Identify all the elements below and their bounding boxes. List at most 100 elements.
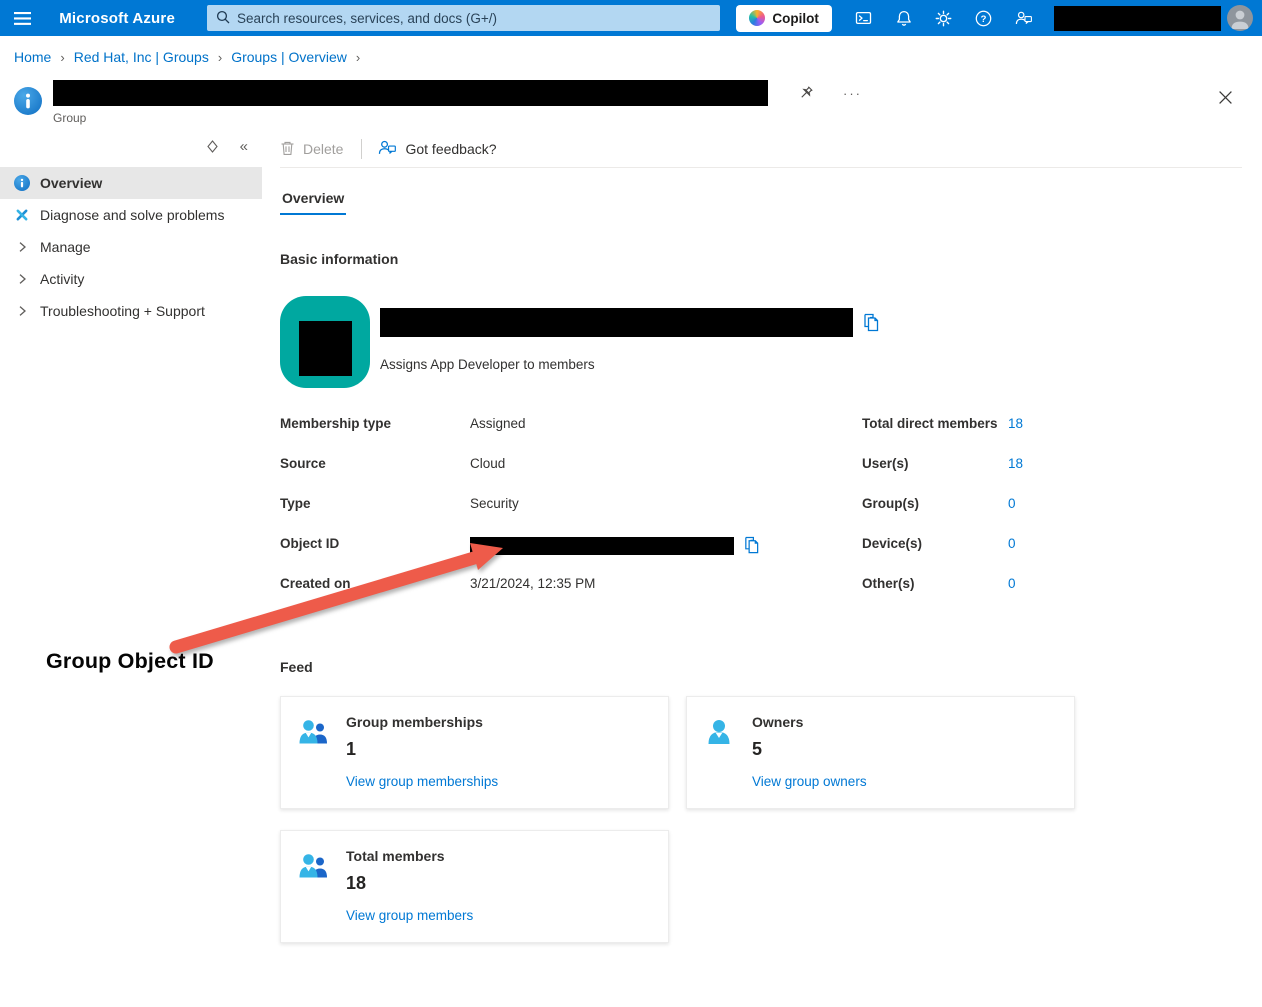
collapse-sidebar-icon[interactable]: «	[240, 138, 248, 155]
left-navigation: « Overview Diagnose and solve problems M…	[0, 134, 262, 327]
sidebar-item-label: Overview	[40, 175, 102, 191]
stat-label: Group(s)	[862, 494, 1008, 511]
more-actions-icon[interactable]: ···	[843, 86, 862, 101]
feedback-person-icon	[378, 139, 397, 159]
chevron-right-icon	[13, 241, 31, 253]
people-icon	[297, 851, 329, 883]
azure-top-bar: Microsoft Azure Copilot ?	[0, 0, 1262, 36]
group-name-redacted	[53, 80, 768, 106]
feedback-label: Got feedback?	[405, 141, 496, 157]
sidebar-item-label: Troubleshooting + Support	[40, 303, 205, 319]
chevron-right-icon	[13, 305, 31, 317]
delete-button[interactable]: Delete	[280, 140, 343, 159]
hamburger-menu-icon[interactable]	[0, 0, 45, 36]
toolbar-divider	[361, 139, 362, 159]
field-value: Assigned	[470, 414, 862, 431]
notifications-bell-icon[interactable]	[884, 0, 924, 36]
stat-value-link[interactable]: 0	[1008, 574, 1242, 591]
copilot-icon	[749, 10, 765, 26]
sidebar-item-troubleshooting[interactable]: Troubleshooting + Support	[0, 295, 262, 327]
breadcrumb-separator: ›	[356, 50, 360, 65]
brand-title[interactable]: Microsoft Azure	[59, 10, 175, 27]
sidebar-item-diagnose[interactable]: Diagnose and solve problems	[0, 199, 262, 231]
breadcrumb-groups[interactable]: Red Hat, Inc | Groups	[74, 49, 209, 65]
sidebar-item-label: Diagnose and solve problems	[40, 207, 224, 223]
reorder-diamond-icon[interactable]	[206, 139, 219, 154]
breadcrumb: Home › Red Hat, Inc | Groups › Groups | …	[0, 36, 1262, 74]
stat-label: User(s)	[862, 454, 1008, 471]
got-feedback-button[interactable]: Got feedback?	[378, 139, 496, 159]
resource-type-label: Group	[53, 111, 862, 125]
field-label: Type	[280, 494, 470, 511]
overview-info-icon	[13, 175, 31, 191]
close-icon[interactable]	[1214, 86, 1236, 108]
page-header: ··· Group	[0, 80, 1262, 125]
field-label: Membership type	[280, 414, 470, 431]
trash-icon	[280, 140, 295, 159]
card-count: 1	[346, 739, 498, 760]
group-profile: Assigns App Developer to members	[280, 296, 1242, 388]
copy-name-icon[interactable]	[862, 313, 880, 333]
feedback-icon[interactable]	[1004, 0, 1044, 36]
global-search[interactable]	[207, 5, 720, 31]
card-title: Total members	[346, 848, 473, 864]
sidebar-item-label: Manage	[40, 239, 91, 255]
breadcrumb-home[interactable]: Home	[14, 49, 51, 65]
breadcrumb-separator: ›	[60, 50, 64, 65]
delete-label: Delete	[303, 141, 343, 157]
group-info-icon	[14, 87, 42, 115]
chevron-right-icon	[13, 273, 31, 285]
owners-card: Owners 5 View group owners	[686, 696, 1075, 809]
person-icon	[703, 717, 735, 749]
stat-value-link[interactable]: 0	[1008, 534, 1242, 551]
view-group-owners-link[interactable]: View group owners	[752, 774, 867, 789]
sidebar-item-activity[interactable]: Activity	[0, 263, 262, 295]
breadcrumb-groups-overview[interactable]: Groups | Overview	[231, 49, 347, 65]
account-info-redacted	[1054, 6, 1221, 31]
search-icon	[216, 10, 230, 27]
group-avatar	[280, 296, 370, 388]
field-value: Cloud	[470, 454, 862, 471]
command-bar-divider	[280, 167, 1242, 168]
feed-heading: Feed	[280, 659, 1242, 675]
sidebar-item-label: Activity	[40, 271, 84, 287]
stat-value-link[interactable]: 18	[1008, 414, 1242, 431]
basic-information-heading: Basic information	[280, 251, 1242, 267]
field-label: Source	[280, 454, 470, 471]
stat-label: Total direct members	[862, 414, 1008, 431]
total-members-card: Total members 18 View group members	[280, 830, 669, 943]
group-memberships-card: Group memberships 1 View group membershi…	[280, 696, 669, 809]
settings-gear-icon[interactable]	[924, 0, 964, 36]
object-id-redacted	[470, 537, 734, 555]
breadcrumb-separator: ›	[218, 50, 222, 65]
people-icon	[297, 717, 329, 749]
card-count: 5	[752, 739, 867, 760]
stat-value-link[interactable]: 18	[1008, 454, 1242, 471]
search-input[interactable]	[237, 11, 711, 26]
card-title: Group memberships	[346, 714, 498, 730]
sidebar-item-overview[interactable]: Overview	[0, 167, 262, 199]
stat-label: Other(s)	[862, 574, 1008, 591]
help-icon[interactable]: ?	[964, 0, 1004, 36]
cloud-shell-icon[interactable]	[844, 0, 884, 36]
view-group-memberships-link[interactable]: View group memberships	[346, 774, 498, 789]
main-content: Delete Got feedback? Overview Basic info…	[262, 134, 1262, 943]
stat-value-link[interactable]: 0	[1008, 494, 1242, 511]
copy-object-id-icon[interactable]	[743, 536, 760, 555]
diagnose-tools-icon	[13, 207, 31, 223]
stat-label: Device(s)	[862, 534, 1008, 551]
field-label: Created on	[280, 574, 470, 591]
annotation-group-object-id: Group Object ID	[46, 649, 214, 674]
sidebar-item-manage[interactable]: Manage	[0, 231, 262, 263]
group-properties: Membership type Assigned Total direct me…	[280, 414, 1242, 614]
svg-text:?: ?	[981, 14, 987, 25]
created-on-value: 3/21/2024, 12:35 PM	[470, 574, 862, 591]
tab-overview[interactable]: Overview	[280, 190, 346, 215]
user-avatar[interactable]	[1227, 5, 1253, 31]
feed-cards: Group memberships 1 View group membershi…	[280, 696, 1242, 943]
command-bar: Delete Got feedback?	[280, 134, 1242, 164]
copilot-button[interactable]: Copilot	[736, 5, 832, 32]
pin-icon[interactable]	[797, 85, 814, 102]
view-group-members-link[interactable]: View group members	[346, 908, 473, 923]
card-title: Owners	[752, 714, 867, 730]
